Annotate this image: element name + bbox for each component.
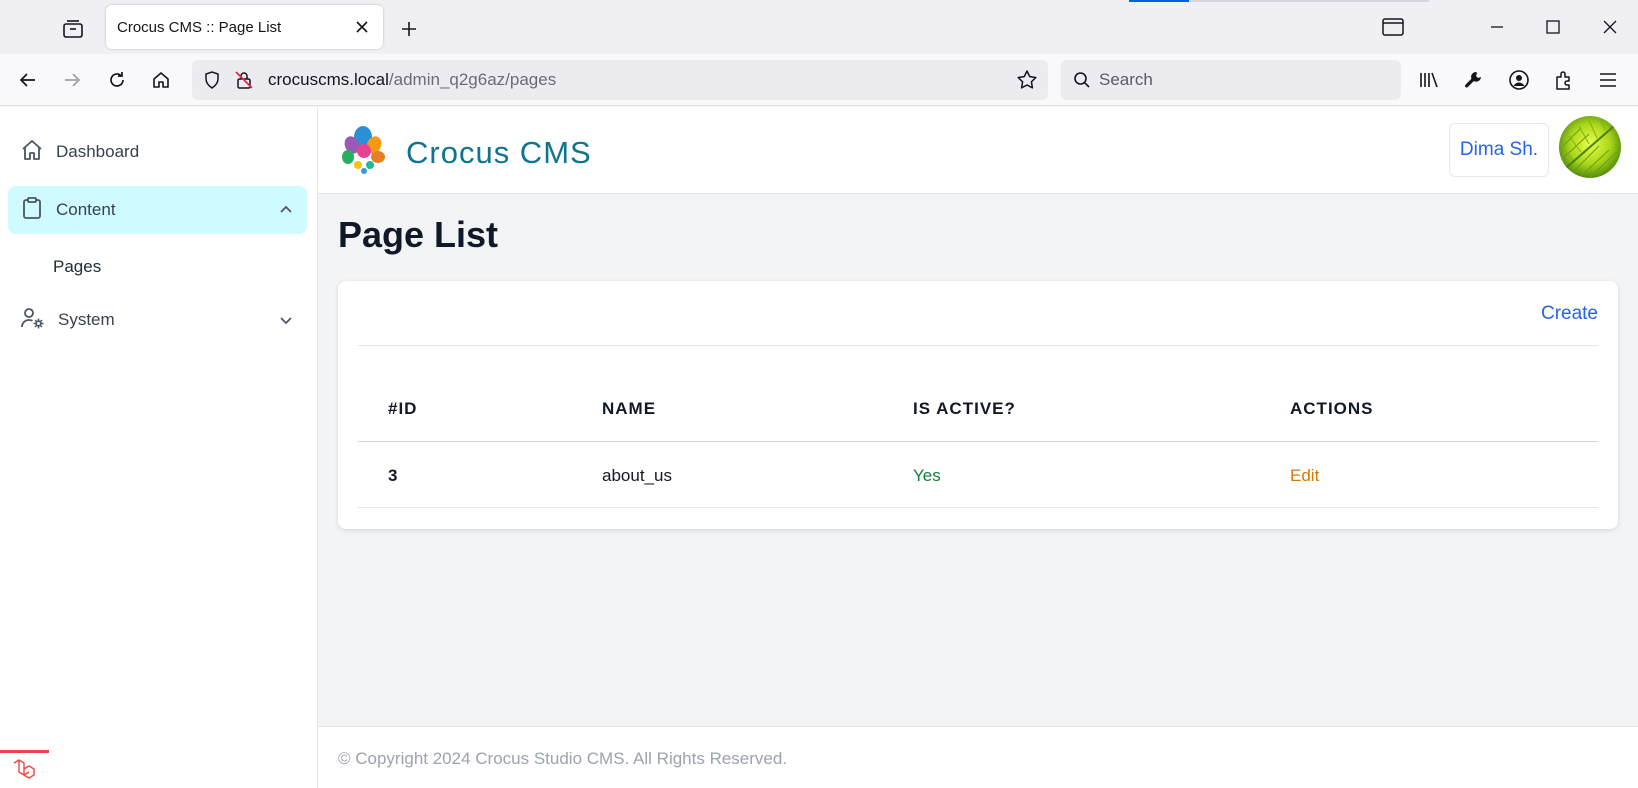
url-text[interactable]: crocuscms.local/admin_q2g6az/pages — [268, 70, 556, 90]
maximize-icon[interactable] — [1530, 12, 1576, 42]
extensions-icon[interactable] — [1547, 63, 1581, 97]
sidebar-item-content[interactable]: Content — [8, 186, 307, 234]
laravel-debugbar-icon[interactable] — [0, 750, 49, 788]
search-icon — [1073, 71, 1091, 94]
account-icon[interactable] — [1502, 63, 1536, 97]
cell-name: about_us — [602, 466, 672, 485]
user-gear-icon — [20, 306, 46, 335]
bookmark-star-icon[interactable] — [1016, 69, 1038, 96]
new-tab-plus-icon[interactable] — [394, 14, 424, 44]
page-title: Page List — [338, 214, 499, 255]
column-header-actions: ACTIONS — [1290, 399, 1374, 418]
chevron-up-icon — [275, 199, 297, 221]
search-placeholder: Search — [1099, 70, 1153, 89]
cell-is-active: Yes — [913, 466, 941, 485]
divider — [358, 345, 1598, 346]
sidebar: Dashboard Content Pages System — [0, 107, 318, 788]
picture-in-picture-icon[interactable] — [1370, 12, 1416, 42]
brand[interactable]: Crocus CMS — [336, 123, 592, 182]
browser-navbar: crocuscms.local/admin_q2g6az/pages Searc… — [0, 54, 1638, 106]
tab-title: Crocus CMS :: Page List — [117, 18, 282, 36]
table-row-divider — [358, 507, 1598, 508]
clipboard-icon — [20, 196, 44, 225]
address-bar[interactable]: crocuscms.local/admin_q2g6az/pages — [192, 60, 1048, 100]
close-icon[interactable] — [349, 14, 375, 40]
brand-name: Crocus CMS — [406, 134, 592, 170]
window-close-icon[interactable] — [1587, 12, 1633, 42]
page-list-card: Create #ID NAME IS ACTIVE? ACTIONS 3 abo… — [338, 281, 1618, 529]
home-icon[interactable] — [144, 63, 178, 97]
back-arrow-icon[interactable] — [11, 63, 45, 97]
reload-icon[interactable] — [100, 63, 134, 97]
app-header: Crocus CMS Dima Sh. — [318, 107, 1638, 194]
sidebar-item-label: System — [58, 310, 115, 329]
insecure-lock-icon[interactable] — [234, 70, 254, 95]
crocus-logo-icon — [336, 123, 390, 182]
edit-link[interactable]: Edit — [1290, 466, 1319, 486]
footer: © Copyright 2024 Crocus Studio CMS. All … — [318, 726, 1638, 788]
minimize-icon[interactable] — [1474, 12, 1520, 42]
column-header-is-active: IS ACTIVE? — [913, 399, 1016, 418]
chevron-down-icon — [275, 309, 297, 331]
sidebar-item-system[interactable]: System — [8, 296, 307, 344]
search-bar[interactable]: Search — [1061, 60, 1401, 100]
tab-list-icon[interactable] — [56, 14, 90, 44]
cell-id: 3 — [388, 466, 398, 485]
wrench-icon[interactable] — [1456, 63, 1490, 97]
sidebar-item-label: Content — [56, 200, 116, 219]
browser-tab-active[interactable]: Crocus CMS :: Page List — [106, 5, 383, 49]
sidebar-subitem-pages[interactable]: Pages — [53, 257, 101, 277]
column-header-id: #ID — [388, 399, 418, 418]
url-host: crocuscms.local — [268, 70, 389, 89]
tab-strip-divider — [1189, 0, 1429, 2]
library-icon[interactable] — [1412, 63, 1446, 97]
table-header-divider — [358, 441, 1598, 442]
shield-icon[interactable] — [202, 70, 222, 95]
sidebar-item-dashboard[interactable]: Dashboard — [8, 128, 307, 176]
browser-tabbar: Crocus CMS :: Page List — [0, 0, 1638, 54]
create-page-link[interactable]: Create — [1541, 303, 1598, 325]
url-path: /admin_q2g6az/pages — [388, 70, 557, 89]
user-menu-button[interactable]: Dima Sh. — [1449, 123, 1549, 177]
home-icon — [20, 138, 44, 167]
forward-arrow-icon[interactable] — [55, 63, 89, 97]
menu-hamburger-icon[interactable] — [1591, 63, 1625, 97]
footer-copyright: © Copyright 2024 Crocus Studio CMS. All … — [338, 749, 788, 768]
tab-strip-indicator — [1129, 0, 1189, 2]
column-header-name: NAME — [602, 399, 657, 418]
sidebar-item-label: Dashboard — [56, 142, 140, 161]
avatar[interactable] — [1559, 116, 1621, 178]
